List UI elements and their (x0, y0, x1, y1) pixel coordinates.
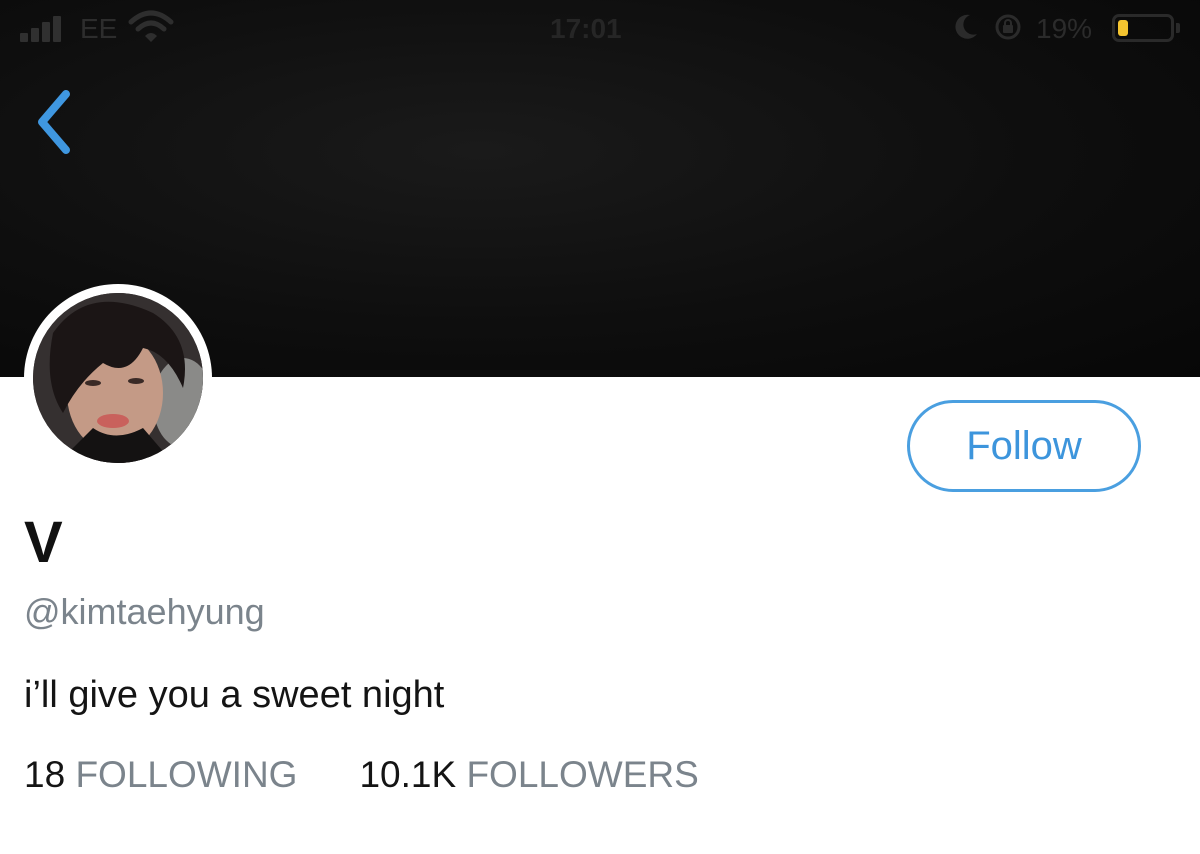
following-label: FOLLOWING (75, 754, 298, 795)
chevron-left-icon (38, 90, 70, 154)
status-bar: EE 17:01 19% (0, 0, 1200, 60)
profile-screen: EE 17:01 19% Follow V @kimtaehyung i’ll … (0, 0, 1200, 854)
battery-percent: 19% (1036, 13, 1093, 44)
carrier-label: EE (80, 13, 118, 44)
signal-bars-icon (20, 14, 70, 42)
profile-stats: 18 FOLLOWING 10.1K FOLLOWERS (24, 752, 699, 798)
user-handle: @kimtaehyung (24, 591, 265, 632)
followers-stat[interactable]: 10.1K FOLLOWERS (359, 752, 698, 798)
followers-label: FOLLOWERS (466, 754, 699, 795)
wifi-icon (128, 10, 174, 42)
battery-fill (1118, 20, 1128, 36)
avatar-photo (33, 293, 203, 463)
back-button[interactable] (26, 84, 86, 160)
do-not-disturb-moon-icon (955, 14, 977, 39)
following-count: 18 (24, 754, 66, 795)
status-time: 17:01 (550, 13, 622, 44)
battery-tip (1176, 23, 1180, 33)
rotation-lock-icon (995, 14, 1021, 40)
battery-icon (1112, 14, 1174, 42)
profile-bio: i’ll give you a sweet night (24, 674, 445, 716)
avatar[interactable] (24, 284, 212, 472)
follow-button[interactable]: Follow (907, 400, 1141, 492)
following-stat[interactable]: 18 FOLLOWING (24, 752, 297, 798)
followers-count: 10.1K (359, 754, 457, 795)
display-name: V (24, 510, 63, 575)
